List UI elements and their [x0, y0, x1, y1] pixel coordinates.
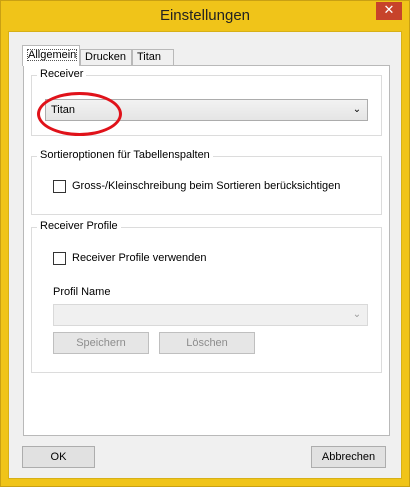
receiver-select[interactable]: Titan ⌄	[45, 99, 368, 121]
profile-name-label: Profil Name	[53, 286, 111, 298]
tab-allgemein[interactable]: Allgemein	[22, 45, 80, 66]
save-profile-button[interactable]: Speichern	[53, 332, 149, 354]
profile-name-select[interactable]: ⌄	[53, 304, 368, 326]
sort-options-group-label: Sortieroptionen für Tabellenspalten	[37, 149, 213, 161]
receiver-group-label: Receiver	[37, 68, 87, 80]
title-bar[interactable]: Einstellungen ✕	[1, 1, 409, 31]
tab-label: Allgemein	[27, 49, 78, 61]
tab-titan[interactable]: Titan	[132, 49, 174, 66]
tab-drucken[interactable]: Drucken	[80, 49, 132, 66]
use-profiles-label[interactable]: Receiver Profile verwenden	[72, 252, 207, 264]
case-sensitive-checkbox[interactable]	[53, 180, 66, 193]
case-sensitive-label[interactable]: Gross-/Kleinschreibung beim Sortieren be…	[72, 180, 340, 192]
window-title: Einstellungen	[159, 7, 251, 24]
receiver-selected-value: Titan	[51, 104, 76, 116]
delete-profile-button[interactable]: Löschen	[159, 332, 255, 354]
dialog-body: Allgemein Drucken Titan Receiver Titan ⌄…	[8, 31, 402, 479]
close-icon: ✕	[383, 3, 395, 18]
receiver-profiles-group-label: Receiver Profile	[37, 220, 121, 232]
close-button[interactable]: ✕	[376, 2, 402, 20]
sort-options-group: Sortieroptionen für Tabellenspalten Gros…	[31, 149, 382, 215]
receiver-group: Receiver Titan ⌄	[31, 68, 382, 136]
ok-button[interactable]: OK	[22, 446, 95, 468]
settings-window: Einstellungen ✕ Allgemein Drucken Titan …	[0, 0, 410, 487]
use-profiles-checkbox[interactable]	[53, 252, 66, 265]
tab-panel-allgemein: Receiver Titan ⌄ Sortieroptionen für Tab…	[23, 65, 390, 436]
cancel-button[interactable]: Abbrechen	[311, 446, 386, 468]
chevron-down-icon: ⌄	[352, 104, 362, 115]
chevron-down-icon: ⌄	[352, 309, 362, 320]
receiver-profiles-group: Receiver Profile Receiver Profile verwen…	[31, 220, 382, 373]
tab-label: Titan	[137, 51, 162, 63]
tab-label: Drucken	[85, 51, 126, 63]
